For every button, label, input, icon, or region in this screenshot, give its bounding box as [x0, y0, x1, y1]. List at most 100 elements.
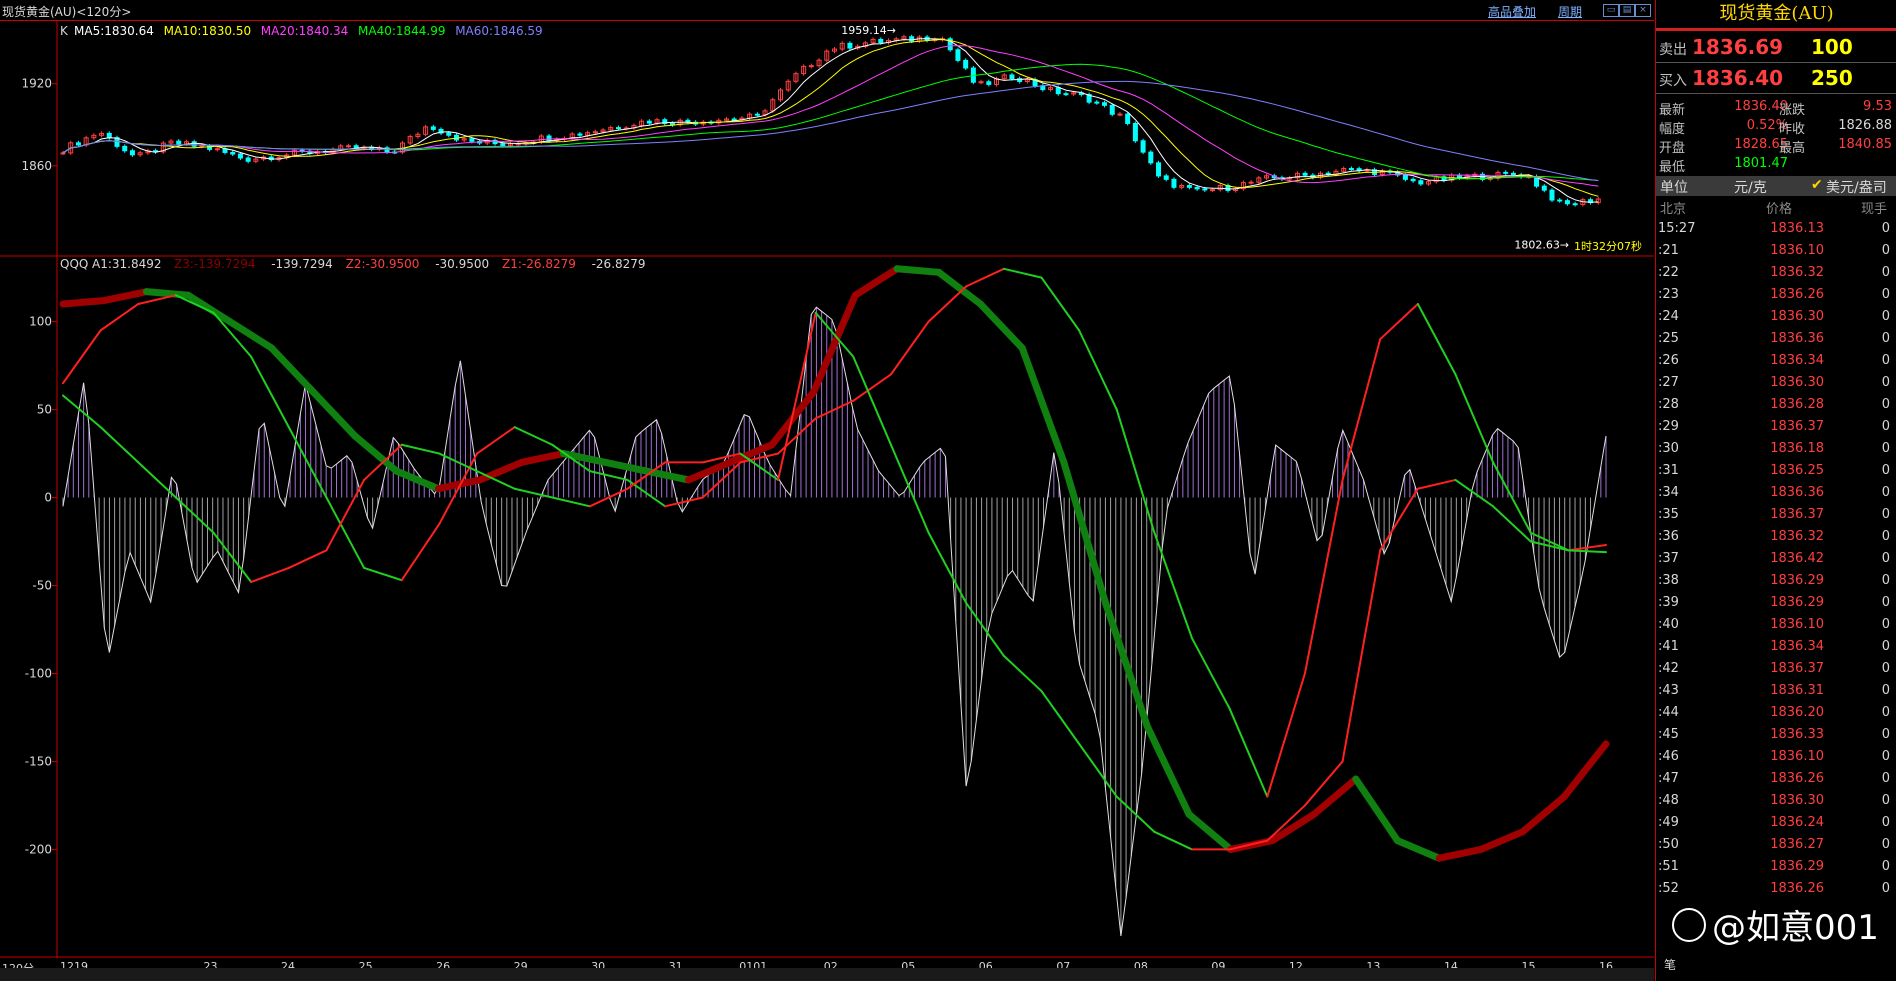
tick-volume: 0 — [1881, 859, 1890, 874]
low-label: 1802.63→ — [1514, 239, 1569, 252]
candle-body — [106, 132, 112, 139]
z-segment — [1191, 637, 1231, 710]
z-segment — [1266, 672, 1306, 798]
tick-row: :28 1836.28 0 — [1656, 394, 1896, 416]
tick-time: :51 — [1658, 859, 1679, 874]
tick-row: 15:27 1836.13 0 — [1656, 218, 1896, 240]
tick-volume: 0 — [1881, 837, 1890, 852]
tick-price: 1836.24 — [1770, 815, 1824, 830]
z-segment — [1040, 690, 1081, 745]
tick-price: 1836.10 — [1770, 617, 1824, 632]
candle-body — [546, 135, 552, 142]
quote-panel: 现货黄金(AU) 卖出 1836.69 100 买入 1836.40 250 最… — [1655, 0, 1896, 981]
tick-tab[interactable]: 笔 — [1664, 956, 1676, 973]
tick-price: 1836.28 — [1770, 397, 1824, 412]
tick-volume: 0 — [1881, 287, 1890, 302]
tick-volume: 0 — [1881, 793, 1890, 808]
candle-body — [430, 126, 436, 130]
tick-row: :23 1836.26 0 — [1656, 284, 1896, 306]
z-segment — [1379, 302, 1419, 341]
z-segment — [309, 388, 359, 440]
tick-time: :31 — [1658, 463, 1679, 478]
tick-row: :47 1836.26 0 — [1656, 768, 1896, 790]
tick-row: :31 1836.25 0 — [1656, 460, 1896, 482]
z-segment — [1435, 845, 1485, 862]
z-segment — [1352, 775, 1401, 845]
candle-body — [1194, 186, 1200, 190]
a1-line — [62, 306, 1607, 937]
z-segment — [777, 417, 817, 455]
tick-time: :43 — [1658, 683, 1679, 698]
tick-price: 1836.25 — [1770, 463, 1824, 478]
candle-body — [847, 42, 853, 49]
tick-price: 1836.33 — [1770, 727, 1824, 742]
indicator-legend-item: Z3:-139.7294 — [174, 257, 256, 271]
z-segment — [184, 291, 234, 326]
z-segment — [643, 467, 693, 484]
candle-body — [75, 142, 81, 146]
stat-value: 1801.47 — [1734, 156, 1788, 171]
candle-body — [1348, 168, 1354, 171]
legend-k: K — [60, 24, 69, 38]
z-segment — [1341, 549, 1382, 763]
tick-row: :39 1836.29 0 — [1656, 592, 1896, 614]
indicator-legend-item: Z1:-26.8279 — [502, 257, 576, 271]
candle-body — [1564, 200, 1570, 205]
stat-value: 1828.65 — [1734, 137, 1788, 152]
candle-body — [230, 151, 236, 155]
z-segment — [1115, 795, 1156, 833]
candle-body — [1503, 171, 1509, 174]
z-segment — [588, 487, 629, 508]
tick-price: 1836.36 — [1770, 331, 1824, 346]
candle-body — [1055, 87, 1061, 95]
candle-body — [1117, 113, 1123, 116]
tick-time: :45 — [1658, 727, 1679, 742]
bottom-status-bar — [0, 968, 1654, 981]
z-segment — [513, 487, 554, 499]
z-segment — [1115, 408, 1156, 534]
tick-volume: 0 — [1881, 353, 1890, 368]
z-segment — [518, 450, 567, 466]
tick-time: :42 — [1658, 661, 1679, 676]
z-segment — [325, 496, 366, 569]
z-segment — [250, 566, 290, 583]
candle-body — [1140, 140, 1146, 153]
col-time: 北京 — [1660, 202, 1687, 217]
candle-body — [446, 132, 452, 136]
tick-price: 1836.30 — [1770, 375, 1824, 390]
sell-label: 卖出 — [1659, 42, 1687, 58]
chart-area[interactable]: K MA5:1830.64 MA10:1830.50 MA20:1840.34 MA40… — [0, 0, 1654, 981]
watermark-logo-icon — [1672, 908, 1706, 942]
tick-volume: 0 — [1881, 265, 1890, 280]
candle-body — [1202, 188, 1208, 191]
z-segment — [1153, 531, 1194, 640]
unit-bar: 单位 元/克 ✔ 美元/盎司 — [1656, 176, 1896, 196]
tick-volume: 0 — [1881, 331, 1890, 346]
unit-cny-toggle[interactable]: 元/克 — [1734, 177, 1767, 197]
price-tick-label: 1860 — [21, 159, 52, 173]
candle-body — [731, 118, 737, 121]
unit-usd-toggle[interactable]: 美元/盎司 — [1826, 177, 1887, 197]
high-label: 1959.14→ — [841, 24, 896, 37]
tick-time: :38 — [1658, 573, 1679, 588]
stat-label: 最低 — [1659, 160, 1686, 175]
candle-body — [1171, 178, 1177, 188]
tick-time: :24 — [1658, 309, 1679, 324]
tick-volume: 0 — [1881, 441, 1890, 456]
tick-volume: 0 — [1881, 815, 1890, 830]
tick-price: 1836.36 — [1770, 485, 1824, 500]
candle-body — [615, 127, 621, 130]
indicator-tick-label: -100 — [25, 666, 52, 680]
z-segment — [1477, 828, 1527, 853]
tick-time: :50 — [1658, 837, 1679, 852]
indicator-tick-label: 50 — [37, 403, 52, 417]
z-segment — [142, 288, 192, 299]
candle-body — [469, 138, 475, 142]
candle-body — [1063, 93, 1069, 96]
z-segment — [1143, 722, 1193, 818]
tick-volume: 0 — [1881, 221, 1890, 236]
tick-time: :52 — [1658, 881, 1679, 896]
tick-volume: 0 — [1881, 573, 1890, 588]
stat-value: 1836.40 — [1734, 99, 1788, 114]
candle-body — [1009, 74, 1015, 80]
